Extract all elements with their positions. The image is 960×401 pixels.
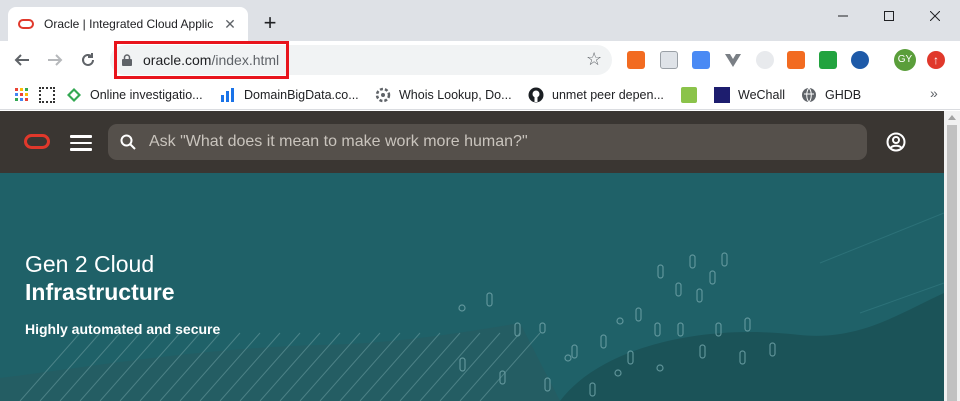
minimize-icon: [838, 15, 848, 17]
bookmark-label: WeChall: [738, 88, 786, 102]
bookmark-wechall[interactable]: WeChall: [714, 85, 785, 105]
bookmark-star-icon[interactable]: ☆: [586, 49, 602, 70]
bookmark-label: Online investigatio...: [90, 88, 203, 102]
scrollbar-thumb[interactable]: [947, 125, 957, 401]
wechall-icon: [714, 87, 730, 103]
online-investigation-icon: [67, 88, 81, 102]
reload-icon: [82, 53, 94, 66]
update-icon[interactable]: ↑: [927, 51, 945, 69]
browser-toolbar: oracle.com/index.html ☆ GY ↑: [0, 41, 960, 79]
more-bookmarks-chevron-icon[interactable]: »: [930, 85, 938, 101]
hero-title-line1: Gen 2 Cloud: [25, 251, 155, 277]
bookmark-label: Whois Lookup, Do...: [399, 88, 512, 102]
vue-devtools-icon[interactable]: [724, 51, 742, 69]
url-host: oracle.com: [143, 52, 212, 68]
oracle-page: Ask "What does it mean to make work more…: [0, 111, 944, 401]
whois-icon: [375, 87, 391, 103]
ex-extension-icon[interactable]: [787, 51, 805, 69]
page-scrollbar[interactable]: [944, 111, 960, 401]
forward-arrow-icon: [48, 54, 63, 66]
user-account-icon[interactable]: [886, 132, 906, 152]
back-arrow-icon: [14, 54, 29, 66]
back-button[interactable]: [8, 46, 36, 74]
maximize-icon: [884, 11, 894, 21]
bookmark-label: DomainBigData.co...: [244, 88, 359, 102]
extension-screen-icon[interactable]: [660, 51, 678, 69]
browser-tab[interactable]: Oracle | Integrated Cloud Applic ✕: [8, 7, 248, 41]
search-icon: [120, 134, 136, 150]
url-text[interactable]: oracle.com/index.html: [143, 52, 279, 68]
bookmark-green[interactable]: [681, 85, 705, 105]
tab-close-icon[interactable]: ✕: [222, 16, 238, 32]
bookmark-domainbigdata[interactable]: DomainBigData.co...: [220, 85, 359, 105]
qr-icon: [39, 87, 55, 103]
bookmark-label: GHDB: [825, 88, 862, 102]
oracle-logo-icon[interactable]: [24, 134, 50, 149]
hero-title-line2: Infrastructure: [25, 279, 175, 305]
google-translate-icon[interactable]: [692, 51, 710, 69]
oracle-header: Ask "What does it mean to make work more…: [0, 111, 944, 173]
close-window-button[interactable]: [912, 2, 958, 30]
bookmark-label: unmet peer depen...: [552, 88, 664, 102]
oracle-favicon-icon: [18, 19, 34, 29]
profile-avatar[interactable]: GY: [894, 49, 916, 71]
new-tab-button[interactable]: +: [258, 12, 282, 36]
extension-layout-icon[interactable]: [627, 51, 645, 69]
menu-hamburger-icon[interactable]: [70, 135, 92, 151]
hero-banner: Gen 2 Cloud Infrastructure Highly automa…: [0, 173, 944, 401]
maximize-button[interactable]: [866, 2, 912, 30]
bookmark-ghdb[interactable]: GHDB: [801, 85, 861, 105]
url-path: /index.html: [211, 52, 280, 68]
react-devtools-icon[interactable]: [756, 51, 774, 69]
bookmark-whois[interactable]: Whois Lookup, Do...: [375, 85, 512, 105]
apps-icon: [15, 88, 28, 101]
bookmark-qr[interactable]: [39, 85, 63, 105]
github-icon: [528, 87, 544, 103]
search-placeholder: Ask "What does it mean to make work more…: [149, 133, 528, 150]
scroll-up-arrow-icon[interactable]: [948, 115, 956, 120]
tab-title: Oracle | Integrated Cloud Applic: [44, 17, 214, 31]
bookmark-apps[interactable]: [14, 85, 38, 105]
bookmark-online-investigation[interactable]: Online investigatio...: [66, 85, 203, 105]
hero-subtitle: Highly automated and secure: [25, 321, 221, 337]
site-search-input[interactable]: Ask "What does it mean to make work more…: [108, 124, 867, 160]
bookmark-github[interactable]: unmet peer depen...: [528, 85, 664, 105]
minimize-button[interactable]: [820, 2, 866, 30]
bookmarks-bar: Online investigatio... DomainBigData.co.…: [0, 79, 960, 110]
domainbigdata-icon: [221, 88, 234, 102]
green-bookmark-icon: [681, 87, 697, 103]
tab-strip: Oracle | Integrated Cloud Applic ✕ +: [0, 0, 960, 41]
edge-extension-icon[interactable]: [851, 51, 869, 69]
forward-button[interactable]: [41, 46, 69, 74]
address-bar[interactable]: oracle.com/index.html ☆: [110, 41, 612, 79]
ac-extension-icon[interactable]: [819, 51, 837, 69]
close-icon: [930, 11, 940, 21]
reload-button[interactable]: [74, 46, 102, 74]
ghdb-icon: [802, 87, 816, 103]
